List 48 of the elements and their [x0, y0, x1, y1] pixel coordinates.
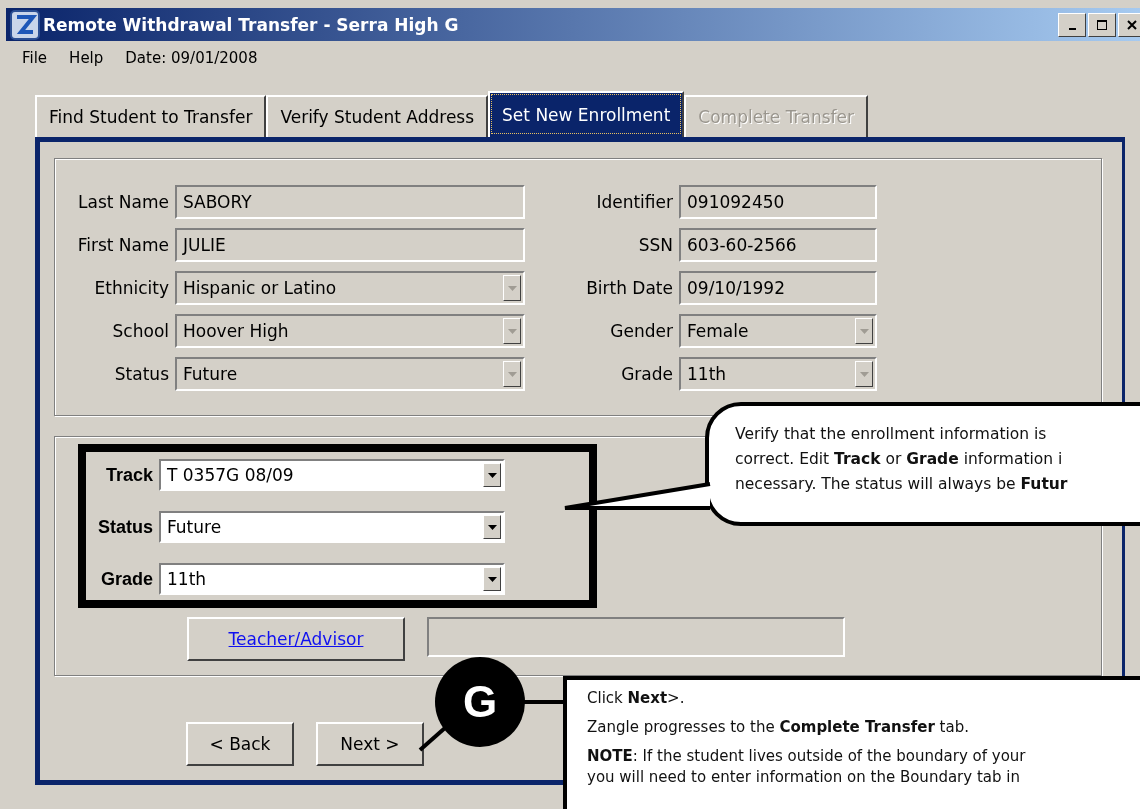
- menu-item[interactable]: File: [22, 49, 48, 79]
- nav-button[interactable]: < Back: [186, 722, 294, 766]
- callout-text: Zangle progresses to the Complete Transfer tab.: [587, 717, 970, 738]
- menu-item[interactable]: Help: [69, 49, 104, 79]
- field-label: Track: [104, 464, 153, 486]
- callout-text: NOTE: If the student lives outside of the boundary of your you will need to enter information on the Boundary tab in: [587, 746, 1027, 788]
- field-label: Ethnicity: [93, 278, 169, 298]
- teacher-advisor-button[interactable]: Teacher/Advisor: [187, 617, 405, 661]
- tab[interactable]: Set New Enrollment: [488, 91, 685, 137]
- minimize-button[interactable]: [1058, 12, 1086, 37]
- text-field[interactable]: 091092450: [679, 185, 877, 219]
- callout-text: Click Next>.: [587, 688, 686, 709]
- field-label: Birth Date: [585, 278, 673, 298]
- text-field[interactable]: 603-60-2566: [679, 228, 877, 262]
- field-label: Status: [97, 516, 153, 538]
- close-icon: [1126, 18, 1138, 31]
- date-label: Date: 09/01/2008: [125, 49, 258, 69]
- dropdown-field[interactable]: Hispanic or Latino: [175, 271, 525, 305]
- maximize-icon: [1096, 18, 1108, 31]
- text-field[interactable]: 09/10/1992: [679, 271, 877, 305]
- step-marker: G: [435, 657, 525, 747]
- field-label: Gender: [609, 321, 673, 341]
- text-field[interactable]: JULIE: [175, 228, 525, 262]
- dropdown-field[interactable]: 11th: [159, 563, 505, 595]
- tab[interactable]: Find Student to Transfer: [35, 95, 267, 137]
- window-title: Remote Withdrawal Transfer - Serra High G: [43, 14, 460, 35]
- maximize-button[interactable]: [1088, 12, 1116, 37]
- field-label: Grade: [99, 568, 153, 590]
- field-label: SSN: [637, 235, 673, 255]
- dropdown-field[interactable]: Hoover High: [175, 314, 525, 348]
- dropdown-field[interactable]: 11th: [679, 357, 877, 391]
- field-label: Grade: [620, 364, 673, 384]
- dropdown-field[interactable]: T 0357G 08/09: [159, 459, 505, 491]
- field-label: School: [111, 321, 169, 341]
- text-field[interactable]: SABORY: [175, 185, 525, 219]
- field-label: Last Name: [77, 192, 169, 212]
- field-label: Status: [113, 364, 169, 384]
- dropdown-field[interactable]: Future: [159, 511, 505, 543]
- teacher-field[interactable]: [427, 617, 845, 657]
- dropdown-field[interactable]: Future: [175, 357, 525, 391]
- field-label: First Name: [76, 235, 169, 255]
- app-logo-icon: [10, 9, 40, 40]
- field-label: Identifier: [595, 192, 673, 212]
- minimize-icon: [1068, 27, 1076, 30]
- callout-text: Verify that the enrollment information is correct. Edit Track or Grade information i necessary. The status will always be Futur: [735, 424, 1069, 495]
- close-button[interactable]: [1118, 12, 1140, 37]
- dropdown-field[interactable]: Female: [679, 314, 877, 348]
- nav-button[interactable]: Next >: [316, 722, 424, 766]
